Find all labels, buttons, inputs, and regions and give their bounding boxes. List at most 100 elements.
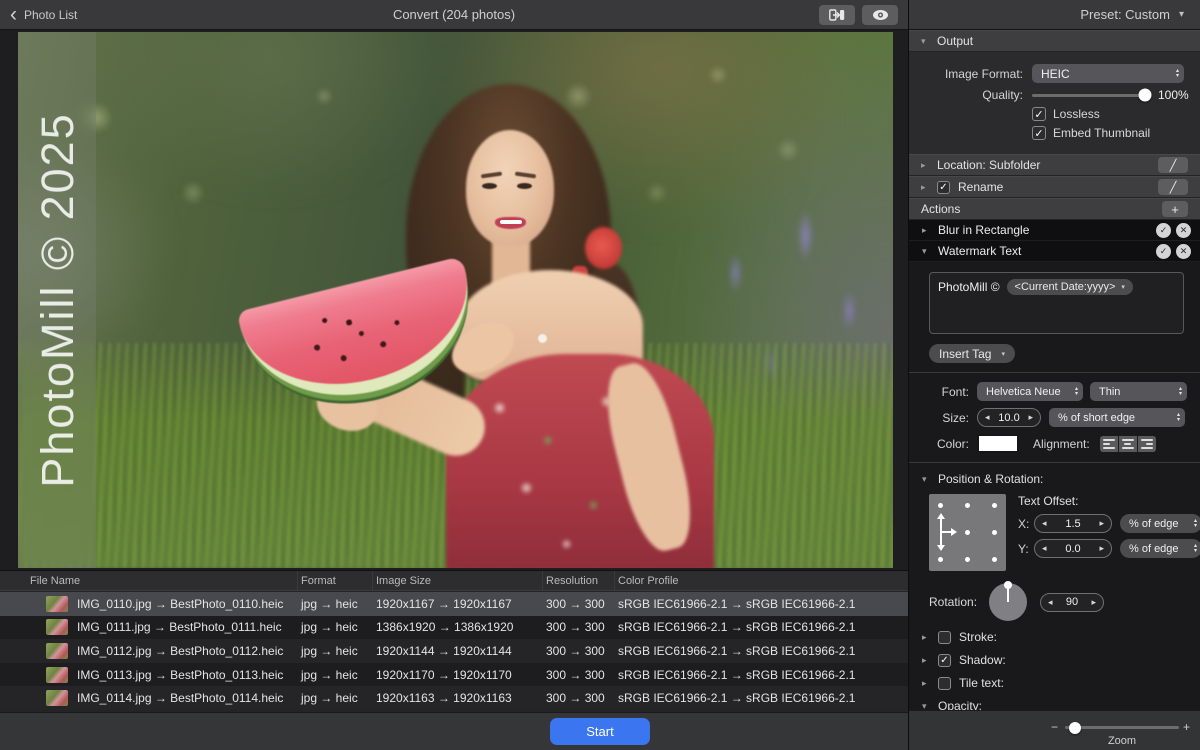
file-resolution: 300 → 300 bbox=[543, 663, 615, 687]
file-format: jpg → heic bbox=[298, 686, 373, 710]
quality-slider[interactable] bbox=[1032, 94, 1145, 97]
photomill-convert-window: ‹ Photo List Convert (204 photos) bbox=[0, 0, 1200, 750]
table-row[interactable]: IMG_0112.jpg → BestPhoto_0112.heic jpg →… bbox=[0, 639, 908, 663]
location-section-header[interactable]: ▸ Location: Subfolder ╱ bbox=[909, 154, 1200, 176]
back-to-photo-list-button[interactable]: ‹ Photo List bbox=[10, 6, 77, 24]
quality-value: 100% bbox=[1158, 88, 1189, 102]
size-stepper[interactable]: ◂ 10.0 ▸ bbox=[977, 408, 1041, 427]
font-weight-select[interactable]: Thin ▴▾ bbox=[1090, 382, 1187, 401]
tile-text-checkbox[interactable] bbox=[938, 677, 951, 690]
align-left-button[interactable] bbox=[1100, 436, 1118, 452]
action-enabled-toggle[interactable]: ✓ bbox=[1156, 244, 1171, 259]
divider bbox=[909, 462, 1200, 463]
preview-zoom-slider[interactable] bbox=[1065, 726, 1179, 729]
add-action-button[interactable]: + bbox=[1162, 201, 1188, 217]
zoom-in-icon[interactable]: + bbox=[1183, 720, 1190, 734]
insert-tag-label: Insert Tag bbox=[939, 347, 991, 361]
edit-rename-button[interactable]: ╱ bbox=[1158, 179, 1188, 195]
action-remove-button[interactable]: ✕ bbox=[1176, 223, 1191, 238]
column-header-format[interactable]: Format bbox=[298, 571, 373, 590]
stroke-checkbox[interactable] bbox=[938, 631, 951, 644]
preset-selector[interactable]: Preset: Custom ▾ bbox=[909, 0, 1200, 30]
rename-checkbox[interactable]: ✓ bbox=[937, 181, 950, 194]
action-blur-in-rectangle[interactable]: ▸ Blur in Rectangle ✓ ✕ bbox=[909, 220, 1200, 241]
edit-location-button[interactable]: ╱ bbox=[1158, 157, 1188, 173]
image-format-select[interactable]: HEIC ▴▾ bbox=[1032, 64, 1184, 83]
file-table: IMG_0110.jpg → BestPhoto_0110.heic jpg →… bbox=[0, 592, 908, 710]
y-unit-select[interactable]: % of edge ▴▾ bbox=[1120, 539, 1200, 558]
disclosure-closed-icon: ▸ bbox=[922, 225, 930, 236]
check-icon: ✓ bbox=[940, 655, 948, 666]
font-family-select[interactable]: Helvetica Neue ▴▾ bbox=[977, 382, 1083, 401]
photo-preview[interactable]: PhotoMill © 2025 bbox=[18, 32, 893, 568]
table-row[interactable]: IMG_0110.jpg → BestPhoto_0110.heic jpg →… bbox=[0, 592, 908, 616]
table-row[interactable]: IMG_0114.jpg → BestPhoto_0114.heic jpg →… bbox=[0, 686, 908, 710]
file-name: IMG_0110.jpg → BestPhoto_0110.heic bbox=[77, 597, 283, 611]
zoom-slider-knob[interactable] bbox=[1069, 722, 1081, 734]
position-rotation-header[interactable]: ▾ Position & Rotation: bbox=[909, 472, 1200, 486]
decrement-icon[interactable]: ◂ bbox=[1048, 597, 1053, 608]
compare-before-after-button[interactable] bbox=[819, 5, 855, 25]
alignment-segmented-control bbox=[1100, 436, 1156, 452]
rotation-stepper[interactable]: ◂ 90 ▸ bbox=[1040, 593, 1104, 612]
file-image-size: 1386x1920 → 1386x1920 bbox=[373, 616, 543, 640]
x-unit-select[interactable]: % of edge ▴▾ bbox=[1120, 514, 1200, 533]
column-header-resolution[interactable]: Resolution bbox=[543, 571, 615, 590]
image-format-label: Image Format: bbox=[909, 67, 1023, 81]
zoom-control-bar: − + Zoom bbox=[909, 710, 1200, 750]
file-thumbnail bbox=[46, 619, 68, 635]
location-label: Location: Subfolder bbox=[937, 158, 1040, 172]
action-remove-button[interactable]: ✕ bbox=[1176, 244, 1191, 259]
decrement-icon[interactable]: ◂ bbox=[985, 412, 990, 423]
increment-icon[interactable]: ▸ bbox=[1092, 597, 1097, 608]
action-watermark-text[interactable]: ▾ Watermark Text ✓ ✕ bbox=[909, 241, 1200, 262]
woman-eye-left bbox=[482, 183, 497, 189]
y-offset-stepper[interactable]: ◂ 0.0 ▸ bbox=[1034, 539, 1112, 558]
quality-slider-knob[interactable] bbox=[1139, 89, 1152, 102]
embed-thumbnail-checkbox[interactable]: ✓ bbox=[1032, 126, 1046, 140]
woman-eye-right bbox=[517, 183, 532, 189]
increment-icon[interactable]: ▸ bbox=[1099, 518, 1104, 529]
file-resolution: 300 → 300 bbox=[543, 592, 615, 616]
lossless-checkbox[interactable]: ✓ bbox=[1032, 107, 1046, 121]
table-row[interactable]: IMG_0111.jpg → BestPhoto_0111.heic jpg →… bbox=[0, 616, 908, 640]
position-anchor-grid[interactable] bbox=[929, 494, 1006, 571]
pencil-icon: ╱ bbox=[1170, 181, 1177, 194]
align-center-button[interactable] bbox=[1119, 436, 1137, 452]
column-header-color-profile[interactable]: Color Profile bbox=[615, 571, 908, 590]
column-header-image-size[interactable]: Image Size bbox=[373, 571, 543, 590]
table-row[interactable]: IMG_0113.jpg → BestPhoto_0113.heic jpg →… bbox=[0, 663, 908, 687]
stroke-label: Stroke: bbox=[959, 630, 997, 644]
zoom-out-icon[interactable]: − bbox=[1051, 720, 1058, 734]
rename-section-header[interactable]: ▸ ✓ Rename ╱ bbox=[909, 176, 1200, 198]
align-right-button[interactable] bbox=[1138, 436, 1156, 452]
increment-icon[interactable]: ▸ bbox=[1028, 412, 1033, 423]
output-section-header[interactable]: ▾ Output bbox=[909, 30, 1200, 52]
insert-tag-button[interactable]: Insert Tag ▾ bbox=[929, 344, 1015, 363]
disclosure-closed-icon: ▸ bbox=[921, 160, 929, 171]
size-unit-select[interactable]: % of short edge ▴▾ bbox=[1049, 408, 1185, 427]
image-format-value: HEIC bbox=[1041, 67, 1169, 81]
rotation-dial[interactable] bbox=[989, 583, 1027, 621]
column-header-file-name[interactable]: File Name bbox=[0, 571, 298, 590]
shadow-checkbox[interactable]: ✓ bbox=[938, 654, 951, 667]
decrement-icon[interactable]: ◂ bbox=[1042, 543, 1047, 554]
action-enabled-toggle[interactable]: ✓ bbox=[1156, 223, 1171, 238]
increment-icon[interactable]: ▸ bbox=[1099, 543, 1104, 554]
check-icon: ✓ bbox=[1034, 108, 1043, 121]
decrement-icon[interactable]: ◂ bbox=[1042, 518, 1047, 529]
disclosure-closed-icon: ▸ bbox=[921, 182, 929, 193]
font-label: Font: bbox=[929, 385, 969, 399]
file-table-header: File Name Format Image Size Resolution C… bbox=[0, 570, 908, 591]
preview-toggle-button[interactable] bbox=[862, 5, 898, 25]
watermark-text-input[interactable]: PhotoMill © <Current Date:yyyy> ▾ bbox=[929, 272, 1184, 334]
x-offset-stepper[interactable]: ◂ 1.5 ▸ bbox=[1034, 514, 1112, 533]
file-image-size: 1920x1170 → 1920x1170 bbox=[373, 663, 543, 687]
close-icon: ✕ bbox=[1180, 225, 1188, 236]
output-section-body: Image Format: HEIC ▴▾ Quality: 100% ✓ Lo… bbox=[909, 52, 1200, 154]
color-label: Color: bbox=[929, 437, 969, 451]
shadow-label: Shadow: bbox=[959, 653, 1006, 667]
text-color-swatch[interactable] bbox=[977, 434, 1019, 453]
start-button[interactable]: Start bbox=[550, 718, 650, 745]
date-token-pill[interactable]: <Current Date:yyyy> ▾ bbox=[1007, 279, 1133, 295]
